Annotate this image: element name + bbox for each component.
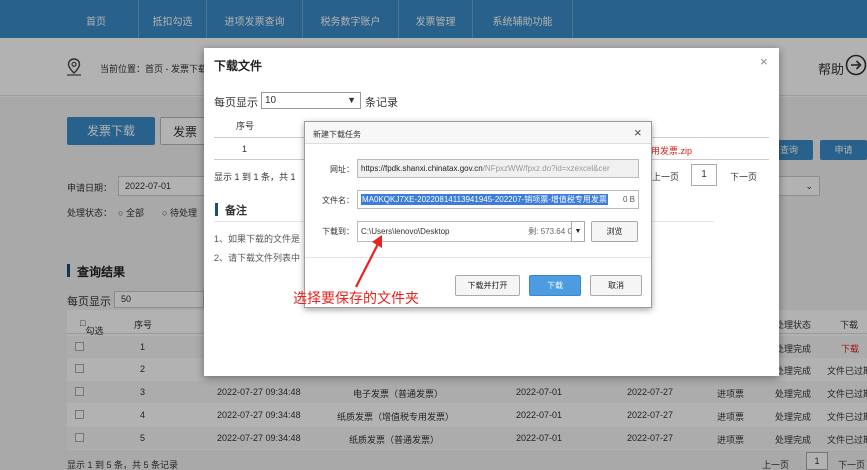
filename-selected-text: MA0KQKJ7XE-20220814113941945-202207-销项票-… <box>361 194 608 205</box>
url-field: https://fpdk.shanxi.chinatax.gov.cn/NFpx… <box>357 159 639 178</box>
cancel-button[interactable]: 取消 <box>590 275 642 296</box>
url-label: 网址： <box>330 165 354 174</box>
modal-next-page[interactable]: 下一页 <box>730 170 757 183</box>
url-path: /NFpxzWW/fpxz.do?id=xzexcel&cer <box>482 164 610 173</box>
close-icon[interactable]: × <box>760 54 768 69</box>
modal-page-number[interactable]: 1 <box>691 164 717 186</box>
browse-button[interactable]: 浏览 <box>591 221 638 242</box>
annotation-arrow-icon <box>355 235 382 288</box>
modal-seq-header: 序号 <box>236 121 255 131</box>
close-icon[interactable]: × <box>634 125 642 140</box>
save-to-input[interactable]: C:\Users\lenovo\Desktop 剩: 573.64 GB <box>357 221 584 242</box>
note-1: 1、如果下载的文件是 <box>214 234 301 244</box>
modal-footer-text: 显示 1 到 1 条，共 1 <box>214 172 296 182</box>
annotation-text: 选择要保存的文件夹 <box>293 290 419 306</box>
modal-title: 下载文件 <box>214 59 263 73</box>
dialog-title-bar: 新建下载任务 × <box>305 122 651 144</box>
filename-label: 文件名： <box>322 196 354 205</box>
modal-row-seq: 1 <box>242 144 248 154</box>
filename-input[interactable]: MA0KQKJ7XE-20220814113941945-202207-销项票-… <box>357 190 639 209</box>
modal-per-page-label: 每页显示 <box>214 97 258 109</box>
modal-per-page-value: 10 <box>265 95 277 106</box>
modal-records-label: 条记录 <box>365 97 398 109</box>
filesize: 0 B <box>620 191 635 208</box>
modal-prev-page[interactable]: 上一页 <box>652 170 679 183</box>
notes-title-bar <box>215 203 218 216</box>
modal-per-page-select[interactable]: 10 ▼ <box>261 92 361 109</box>
modal-row-file-link[interactable]: 用发票.zip <box>651 144 692 157</box>
download-and-open-button[interactable]: 下载并打开 <box>455 275 520 296</box>
dialog-title: 新建下载任务 <box>313 130 361 139</box>
note-2: 2、请下载文件列表中 <box>214 253 301 263</box>
url-domain: https://fpdk.shanxi.chinatax.gov.cn <box>361 164 483 173</box>
chevron-down-icon: ▼ <box>347 95 356 105</box>
save-to-dropdown-chevron-down-icon[interactable]: ▼ <box>571 221 585 242</box>
notes-title: 备注 <box>225 205 247 217</box>
download-button[interactable]: 下载 <box>529 275 581 296</box>
